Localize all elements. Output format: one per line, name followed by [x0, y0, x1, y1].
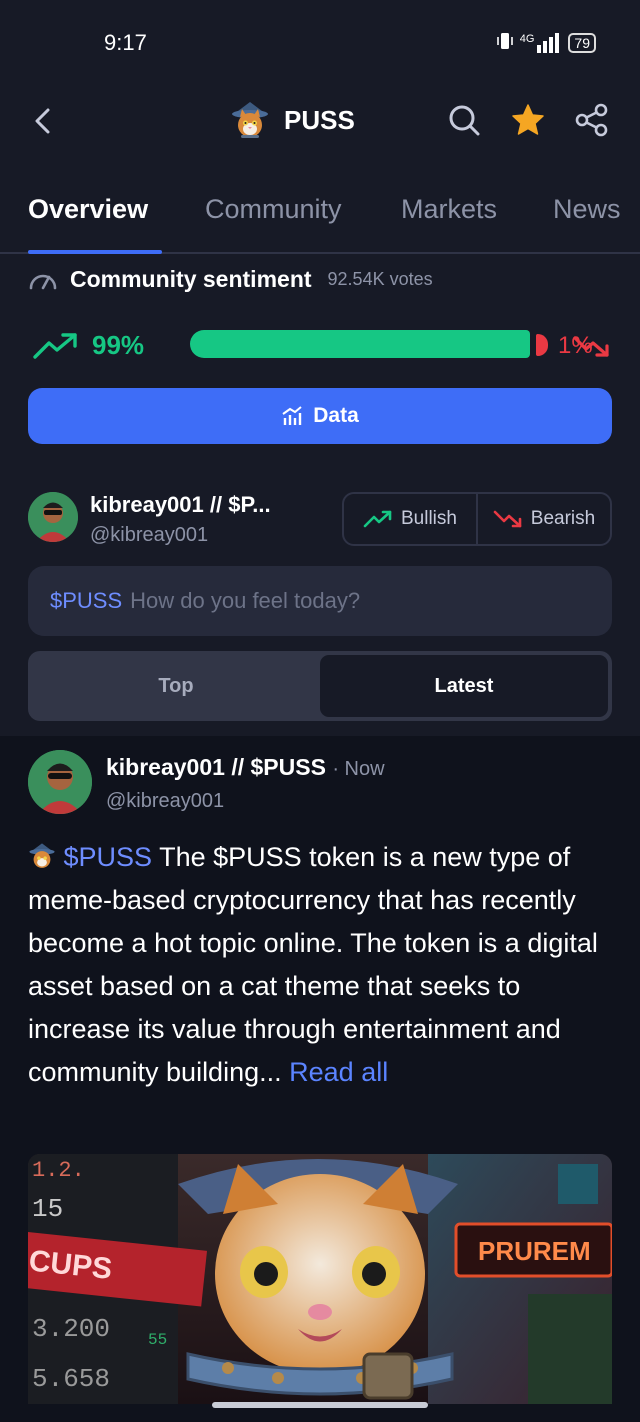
watchlist-star-button[interactable]: [510, 102, 546, 138]
svg-text:3.200: 3.200: [32, 1314, 110, 1344]
trend-down-icon: [493, 510, 522, 528]
status-bar: 9:17 4G 79: [0, 0, 640, 86]
composer-user-row: kibreay001 // $P... @kibreay001 Bullish …: [28, 488, 612, 554]
post-input[interactable]: $PUSS How do you feel today?: [28, 566, 612, 636]
bullish-label: Bullish: [401, 508, 457, 529]
post-avatar[interactable]: [28, 750, 92, 814]
gauge-icon: [29, 274, 57, 289]
avatar[interactable]: [28, 492, 78, 542]
post-author[interactable]: kibreay001 // $PUSS · Now: [106, 754, 385, 781]
post-time: · Now: [332, 758, 385, 780]
post-cashtag[interactable]: $PUSS: [64, 842, 153, 872]
status-icons: 4G 79: [496, 30, 596, 55]
search-icon: [449, 105, 480, 136]
image-text-prurem: PRUREM: [478, 1236, 591, 1266]
post-handle: @kibreay001: [106, 790, 225, 812]
trend-up-icon: [363, 510, 392, 528]
data-button-label: Data: [313, 404, 359, 427]
bearish-label: Bearish: [530, 508, 596, 529]
trend-up-icon: [33, 333, 77, 359]
sentiment-bar: 99% 1%: [28, 326, 612, 366]
share-icon: [575, 103, 608, 137]
vibrate-icon: [496, 30, 514, 55]
post-image[interactable]: 1.2. 15 CUPS 3.200 5.658 55 PRUREM: [28, 1154, 612, 1404]
bearish-button[interactable]: Bearish: [476, 494, 610, 544]
bearish-bar: [536, 334, 548, 356]
signal-icon: 4G: [519, 32, 563, 53]
trend-down-icon: [573, 336, 609, 357]
home-indicator[interactable]: [212, 1402, 428, 1408]
share-button[interactable]: [574, 102, 610, 138]
sentiment-votes: 92.54K votes: [327, 269, 433, 289]
tab-bar: Overview Community Markets News: [0, 180, 640, 254]
tab-markets[interactable]: Markets: [401, 194, 497, 225]
feed: kibreay001 // $PUSS · Now @kibreay001 $P…: [0, 736, 640, 1422]
read-all-link[interactable]: Read all: [289, 1057, 388, 1087]
bullish-button[interactable]: Bullish: [344, 494, 476, 544]
input-cashtag: $PUSS: [50, 588, 123, 613]
post-author-name: kibreay001 // $PUSS: [106, 754, 326, 780]
network-label: 4G: [519, 32, 535, 45]
back-button[interactable]: [28, 104, 58, 138]
post-text: The $PUSS token is a new type of meme-ba…: [28, 842, 598, 1087]
coin-title: PUSS: [230, 100, 355, 140]
puss-logo-icon: [29, 843, 55, 868]
post-body: $PUSS The $PUSS token is a new type of m…: [28, 836, 618, 1094]
sort-latest-button[interactable]: Latest: [320, 655, 608, 717]
svg-text:1.2.: 1.2.: [32, 1158, 85, 1183]
sort-toggle: Top Latest: [28, 651, 612, 721]
tab-community[interactable]: Community: [205, 194, 342, 225]
tab-news[interactable]: News: [553, 194, 621, 225]
svg-text:55: 55: [148, 1331, 167, 1349]
bullish-bar: [190, 330, 530, 358]
active-tab-indicator: [28, 250, 162, 254]
sentiment-header: Community sentiment 92.54K votes: [28, 266, 433, 293]
back-icon: [35, 108, 50, 134]
battery-indicator: 79: [568, 32, 596, 53]
search-button[interactable]: [446, 102, 482, 138]
svg-text:15: 15: [32, 1194, 63, 1224]
bullish-percent: 99%: [92, 330, 145, 360]
data-button[interactable]: Data: [28, 388, 612, 444]
sentiment-vote-group: Bullish Bearish: [342, 492, 612, 546]
tab-overview[interactable]: Overview: [28, 194, 148, 225]
chart-icon: [282, 406, 302, 425]
star-icon: [512, 104, 544, 135]
status-time: 9:17: [104, 30, 147, 55]
sort-top-button[interactable]: Top: [32, 655, 320, 717]
svg-text:5.658: 5.658: [32, 1364, 110, 1394]
composer-user-handle: @kibreay001: [90, 524, 209, 546]
page-title: PUSS: [284, 104, 355, 135]
sentiment-title: Community sentiment: [70, 266, 312, 292]
app-header: PUSS: [0, 86, 640, 156]
puss-logo-icon: [232, 102, 268, 138]
composer-user-name: kibreay001 // $P...: [90, 492, 271, 517]
input-placeholder: How do you feel today?: [130, 588, 361, 613]
